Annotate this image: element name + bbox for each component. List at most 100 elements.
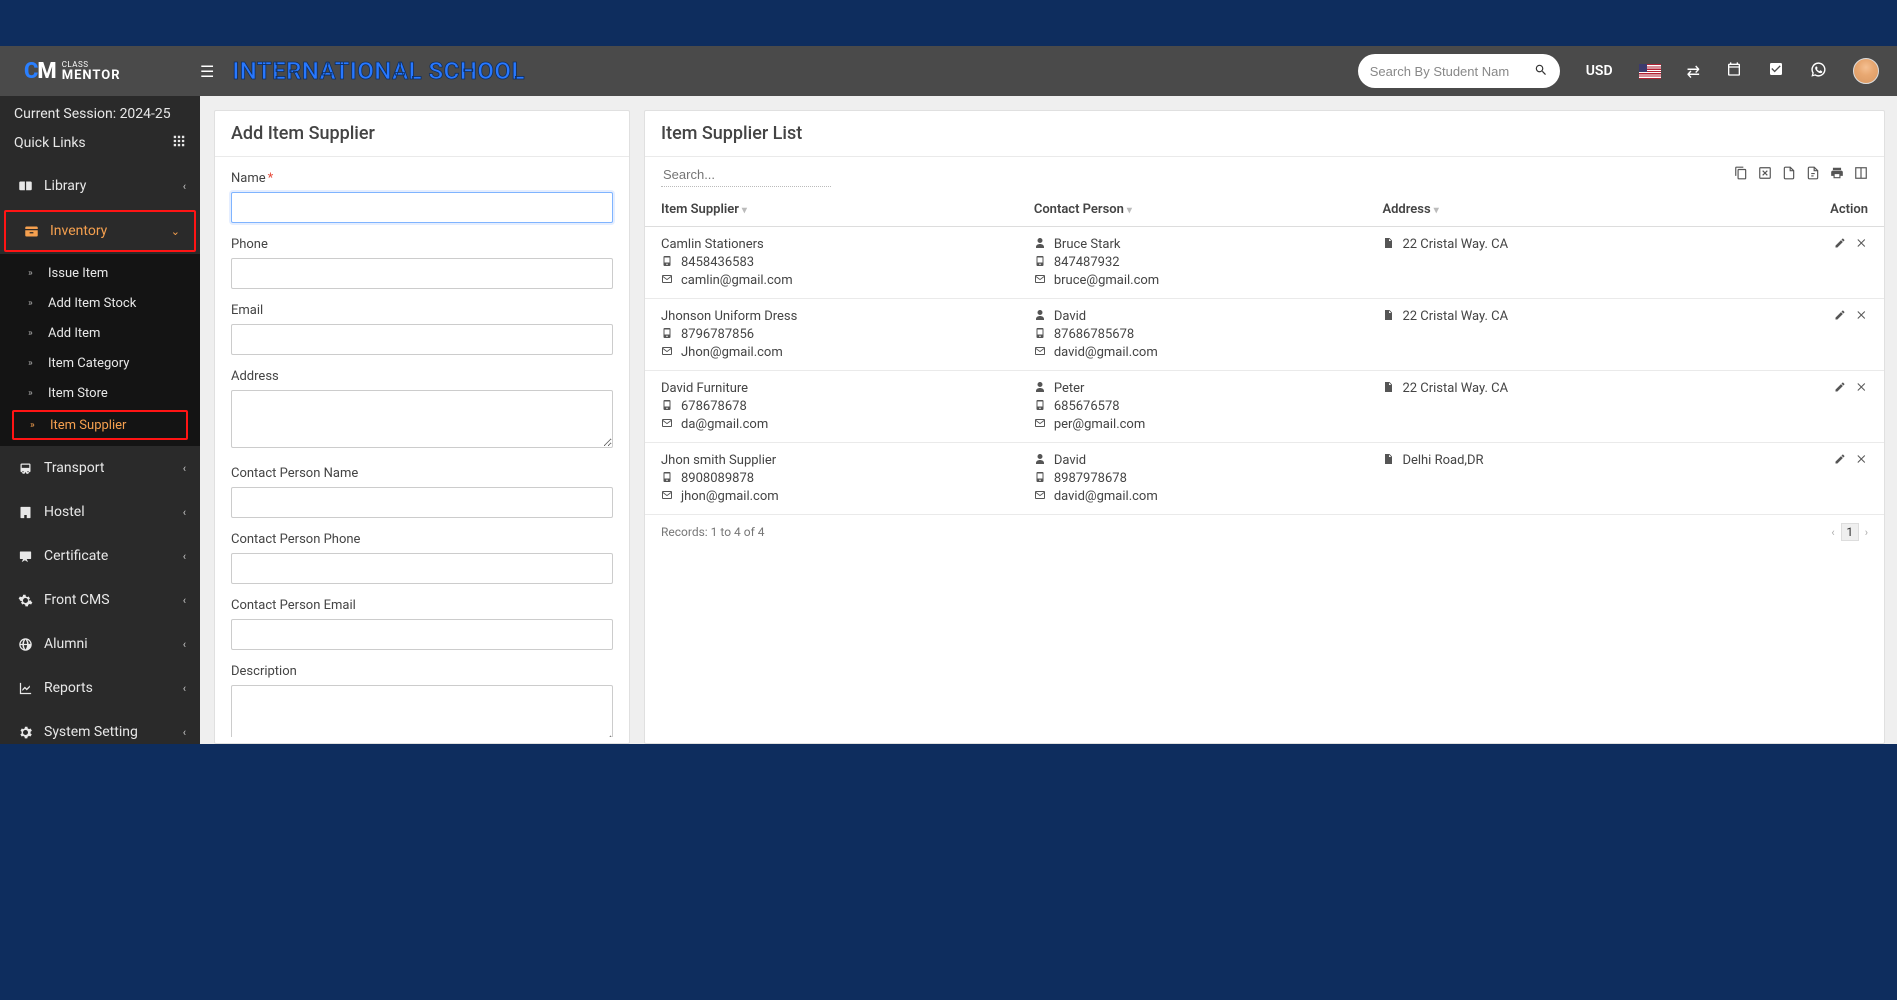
delete-button[interactable] [1856,310,1868,324]
list-search-input[interactable] [661,163,831,187]
mail-icon [661,489,675,504]
print-icon[interactable] [1830,166,1844,184]
swap-icon[interactable]: ⇄ [1687,62,1700,81]
delete-button[interactable] [1856,454,1868,468]
contact-name: Peter [1054,381,1085,396]
sidebar-item-label: Library [44,178,86,194]
sidebar-item-library[interactable]: Library ‹ [0,164,200,208]
supplier-name: Jhon smith Supplier [661,453,776,468]
description-input[interactable] [231,685,613,737]
mail-icon [661,273,675,288]
currency-selector[interactable]: USD [1586,63,1613,79]
action-cell [1716,371,1884,443]
chevron-left-icon: ‹ [183,550,186,563]
sidebar-item-reports[interactable]: Reports ‹ [0,666,200,710]
contact-person-name-input[interactable] [231,487,613,518]
sidebar-item-front-cms[interactable]: Front CMS ‹ [0,578,200,622]
address-input[interactable] [231,390,613,448]
chevron-left-icon: ‹ [183,506,186,519]
menu-toggle-icon[interactable]: ☰ [200,62,214,81]
delete-button[interactable] [1856,382,1868,396]
name-input[interactable] [231,192,613,223]
contact-phone: 8987978678 [1054,471,1127,486]
delete-button[interactable] [1856,238,1868,252]
user-icon [1034,453,1048,468]
contact-phone: 685676578 [1054,399,1120,414]
contact-person-email-input[interactable] [231,619,613,650]
edit-button[interactable] [1834,238,1846,252]
quick-links-row[interactable]: Quick Links [0,130,200,164]
whatsapp-icon[interactable] [1810,61,1827,82]
records-text: Records: 1 to 4 of 4 [661,525,765,539]
inventory-submenu: » Issue Item » Add Item Stock » Add Item… [0,254,200,446]
sidebar-sub-add-item[interactable]: » Add Item [0,318,200,348]
language-flag-icon[interactable] [1639,64,1661,79]
user-icon [1034,237,1048,252]
supplier-email: Jhon@gmail.com [681,345,783,360]
pdf-icon[interactable] [1806,166,1820,184]
pager: ‹ 1 › [1831,523,1868,541]
mail-icon [661,345,675,360]
grid-icon[interactable] [172,134,186,152]
sidebar-sub-item-store[interactable]: » Item Store [0,378,200,408]
sidebar-sub-label: Add Item [48,326,100,341]
address-icon [1382,237,1396,252]
columns-icon[interactable] [1854,166,1868,184]
csv-icon[interactable] [1782,166,1796,184]
card-title: Add Item Supplier [215,111,629,157]
sidebar-item-alumni[interactable]: Alumni ‹ [0,622,200,666]
contact-email: bruce@gmail.com [1054,273,1159,288]
sidebar-item-label: Front CMS [44,592,110,608]
col-contact[interactable]: Contact Person▾ [1018,193,1367,227]
col-address[interactable]: Address▾ [1366,193,1715,227]
search-icon[interactable] [1534,62,1548,81]
col-supplier[interactable]: Item Supplier▾ [645,193,1018,227]
sidebar-item-system-setting[interactable]: System Setting ‹ [0,710,200,744]
chevron-left-icon: ‹ [183,180,186,193]
sidebar-item-inventory[interactable]: Inventory ⌄ [4,210,196,252]
certificate-icon [14,549,36,564]
pager-next[interactable]: › [1865,526,1868,539]
student-search[interactable] [1358,54,1560,88]
sidebar-sub-item-supplier[interactable]: » Item Supplier [12,410,188,440]
header-right: USD ⇄ [1358,54,1879,88]
sidebar-item-hostel[interactable]: Hostel ‹ [0,490,200,534]
edit-button[interactable] [1834,382,1846,396]
address-label: Address [231,369,613,384]
supplier-name: David Furniture [661,381,748,396]
sidebar-sub-item-category[interactable]: » Item Category [0,348,200,378]
chevron-left-icon: ‹ [183,682,186,695]
contact-cell: Peter685676578per@gmail.com [1018,371,1367,443]
copy-icon[interactable] [1734,166,1748,184]
pager-prev[interactable]: ‹ [1831,526,1834,539]
address-cell: 22 Cristal Way. CA [1366,299,1715,371]
contact-person-phone-input[interactable] [231,553,613,584]
email-input[interactable] [231,324,613,355]
double-chevron-icon: » [28,298,42,309]
calendar-icon[interactable] [1726,61,1742,81]
mail-icon [1034,489,1048,504]
search-input[interactable] [1370,64,1526,79]
user-avatar[interactable] [1853,58,1879,84]
action-cell [1716,299,1884,371]
mail-icon [1034,417,1048,432]
excel-icon[interactable] [1758,166,1772,184]
sidebar-sub-add-item-stock[interactable]: » Add Item Stock [0,288,200,318]
sidebar-sub-label: Item Supplier [50,418,126,433]
sort-icon: ▾ [742,205,747,216]
sidebar-sub-issue-item[interactable]: » Issue Item [0,258,200,288]
contact-name: David [1054,453,1086,468]
pager-page[interactable]: 1 [1841,523,1859,541]
window-bottom-strip [0,744,1897,1000]
task-check-icon[interactable] [1768,61,1784,81]
phone-input[interactable] [231,258,613,289]
edit-button[interactable] [1834,454,1846,468]
sidebar-item-transport[interactable]: Transport ‹ [0,446,200,490]
phone-icon [661,255,675,270]
brand-logo[interactable]: CM CLASSMENTOR [0,46,200,96]
sidebar-item-certificate[interactable]: Certificate ‹ [0,534,200,578]
contact-person-phone-label: Contact Person Phone [231,532,613,547]
edit-button[interactable] [1834,310,1846,324]
mail-icon [661,417,675,432]
sidebar-sub-label: Issue Item [48,266,108,281]
